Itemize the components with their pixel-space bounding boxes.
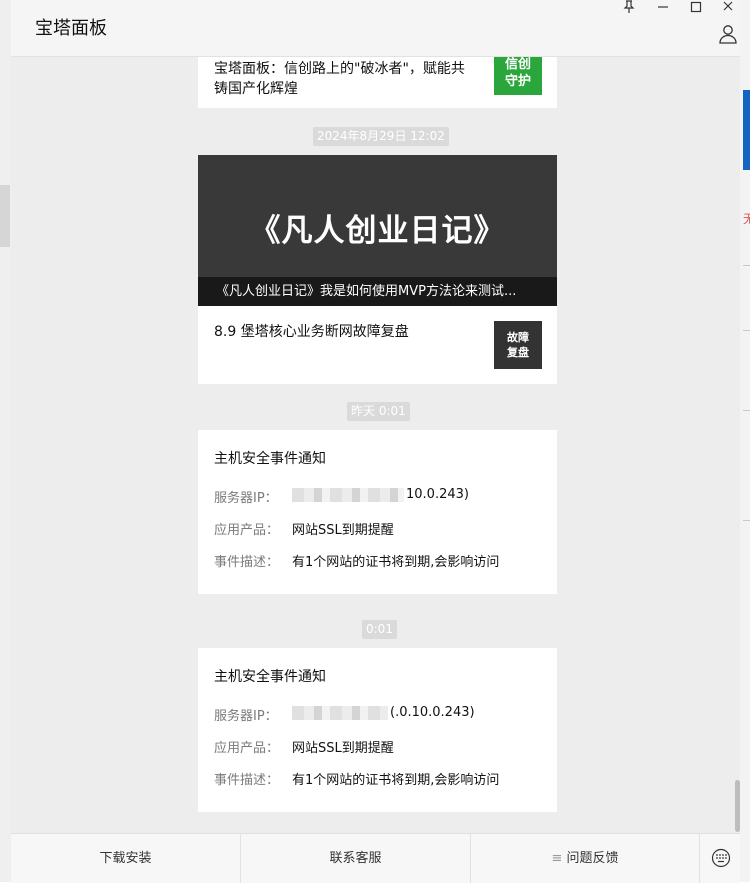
timestamp: 2024年8月29日 12:02 — [313, 127, 449, 146]
title-bar[interactable]: 宝塔面板 — [11, 0, 740, 57]
field-label: 服务器IP： — [214, 709, 278, 724]
background-divider — [743, 410, 750, 411]
scrollbar-thumb[interactable] — [735, 780, 740, 832]
menu-lines-icon: ≡ — [551, 851, 563, 866]
background-divider — [743, 330, 750, 331]
contact-menu-button[interactable]: 联系客服 — [241, 834, 470, 883]
timestamp: 昨天 0:01 — [347, 402, 410, 421]
close-icon — [723, 1, 733, 11]
notice-card[interactable]: 主机安全事件通知 服务器IP： (.0.10.0.243) 应用产品： 网站SS… — [198, 648, 557, 812]
minimize-button[interactable] — [651, 0, 675, 19]
pin-icon — [623, 0, 635, 13]
field-label: 应用产品： — [214, 523, 280, 538]
field-value: (.0.10.0.243) — [292, 705, 475, 720]
window-title: 宝塔面板 — [35, 18, 107, 39]
maximize-button[interactable] — [684, 0, 708, 19]
divider — [699, 834, 700, 883]
field-value: 10.0.243) — [292, 487, 469, 502]
article-item-title[interactable]: 8.9 堡塔核心业务断网故障复盘 — [214, 321, 409, 341]
timestamp: 0:01 — [362, 620, 397, 639]
field-label: 服务器IP： — [214, 491, 278, 506]
close-button[interactable] — [716, 0, 740, 19]
banner-title: 《凡人创业日记》 — [249, 213, 506, 249]
ip-value: (.0.10.0.243) — [390, 705, 475, 720]
field-value: 有1个网站的证书将到期,会影响访问 — [292, 773, 500, 788]
message-list[interactable]: 宝塔面板：信创路上的"破冰者"，赋能共铸国产化辉煌 信创 守护 2024年8月29… — [11, 57, 740, 833]
redacted-region — [292, 487, 404, 502]
article-card[interactable]: 宝塔面板：信创路上的"破冰者"，赋能共铸国产化辉煌 信创 守护 — [198, 57, 557, 108]
banner-caption: 《凡人创业日记》我是如何使用MVP方法论来测试... — [198, 277, 557, 306]
feedback-label: 问题反馈 — [566, 851, 619, 866]
field-label: 应用产品： — [214, 741, 280, 756]
app-window: 宝塔面板 宝塔面板：信创路上的"破冰者"，赋能共铸国产化辉煌 信创 守护 2024… — [11, 0, 740, 883]
field-label: 事件描述： — [214, 555, 280, 570]
article-title: 宝塔面板：信创路上的"破冰者"，赋能共铸国产化辉煌 — [214, 61, 465, 97]
pin-button[interactable] — [617, 0, 641, 19]
field-value: 网站SSL到期提醒 — [292, 741, 394, 756]
background-divider — [743, 520, 750, 521]
redacted-region — [292, 705, 388, 720]
keyboard-icon[interactable] — [711, 848, 731, 868]
notice-card[interactable]: 主机安全事件通知 服务器IP： 10.0.243) 应用产品： 网站SSL到期提… — [198, 430, 557, 594]
article-banner[interactable]: 《凡人创业日记》 《凡人创业日记》我是如何使用MVP方法论来测试... — [198, 155, 557, 306]
field-value: 网站SSL到期提醒 — [292, 523, 394, 538]
field-label: 事件描述： — [214, 773, 280, 788]
ip-value: 10.0.243) — [406, 487, 469, 502]
notice-title: 主机安全事件通知 — [214, 451, 326, 467]
background-block — [0, 185, 10, 247]
minimize-icon — [658, 6, 668, 8]
background-red-glyph: 无 — [743, 212, 750, 226]
maximize-icon — [690, 1, 702, 13]
field-value: 有1个网站的证书将到期,会影响访问 — [292, 555, 500, 570]
background-blue-panel — [743, 90, 750, 170]
notice-title: 主机安全事件通知 — [214, 669, 326, 685]
feedback-menu-button[interactable]: ≡ 问题反馈 — [471, 834, 699, 883]
download-menu-button[interactable]: 下载安装 — [11, 834, 240, 883]
bottom-menu-bar: 下载安装 联系客服 ≡ 问题反馈 — [11, 833, 740, 883]
background-divider — [743, 265, 750, 266]
profile-icon[interactable] — [718, 24, 738, 44]
article-thumbnail: 信创 守护 — [494, 57, 542, 95]
article-card[interactable]: 《凡人创业日记》 《凡人创业日记》我是如何使用MVP方法论来测试... 8.9 … — [198, 155, 557, 384]
article-thumbnail: 故障 复盘 — [494, 321, 542, 369]
